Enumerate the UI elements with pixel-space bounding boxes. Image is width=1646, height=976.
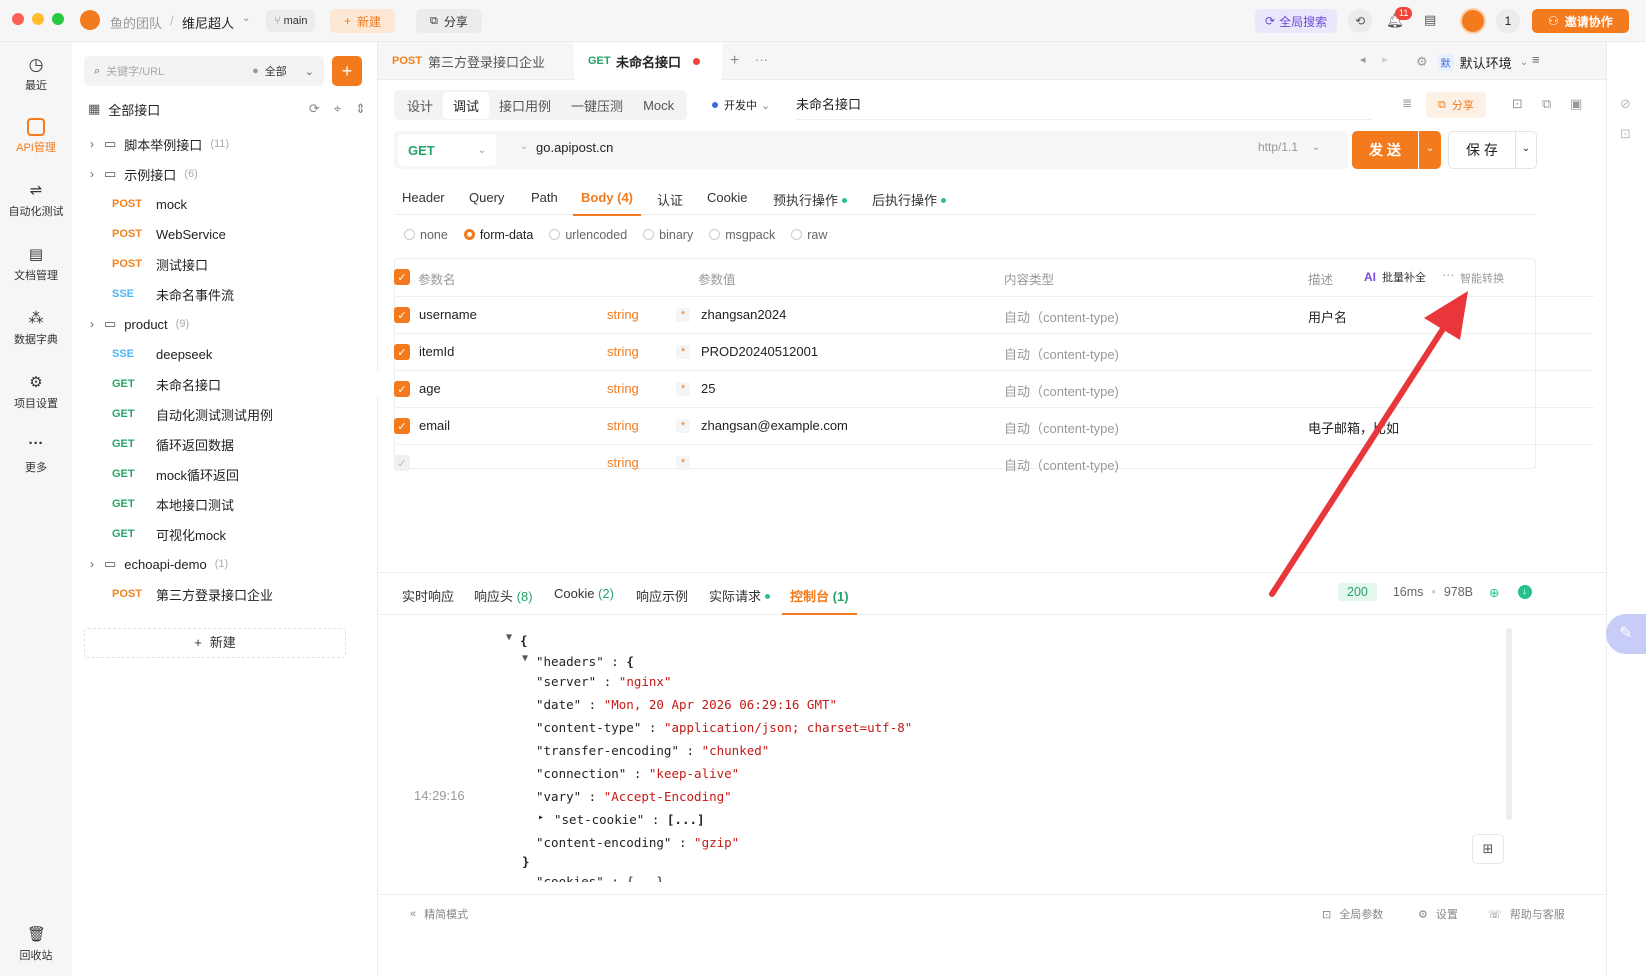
annotation-arrow <box>1269 291 1468 597</box>
